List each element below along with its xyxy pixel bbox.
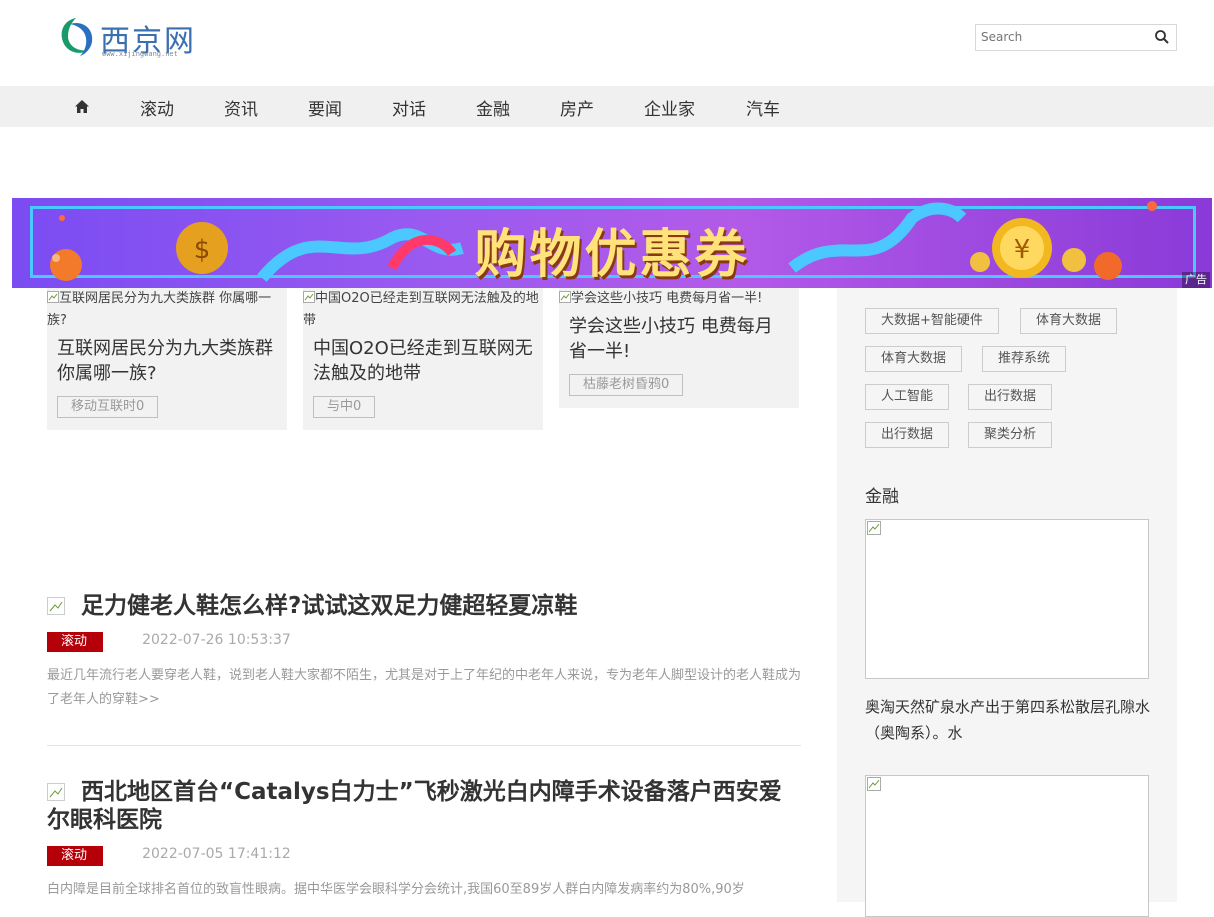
nav-item-headlines[interactable]: 要闻	[308, 95, 342, 120]
sidebar-tag[interactable]: 体育大数据	[1020, 308, 1118, 334]
sidebar-tag[interactable]: 出行数据	[865, 422, 950, 448]
ad-banner[interactable]: $ ¥ 购物优惠券 广告	[12, 198, 1212, 288]
sidebar-tag[interactable]: 体育大数据	[865, 346, 963, 372]
home-icon[interactable]	[74, 99, 90, 114]
banner-title: 购物优惠券	[474, 225, 750, 285]
card-image-alt: 互联网居民分为九大类族群 你属哪一族?	[47, 291, 272, 328]
article-title[interactable]: 足力健老人鞋怎么样?试试这双足力健超轻夏凉鞋	[47, 592, 801, 620]
article-item: 足力健老人鞋怎么样?试试这双足力健超轻夏凉鞋 滚动 2022-07-26 10:…	[47, 592, 801, 712]
card-tag[interactable]: 枯藤老树昏鸦0	[569, 374, 684, 396]
news-card[interactable]: 中国O2O已经走到互联网无法触及的地带 中国O2O已经走到互联网无法触及的地带 …	[303, 288, 543, 430]
sidebar-tag[interactable]: 推荐系统	[982, 346, 1067, 372]
broken-image-icon	[559, 291, 571, 303]
article-summary: 白内障是目前全球排名首位的致盲性眼病。据中华医学会眼科学分会统计,我国60至89…	[47, 882, 745, 897]
card-tag[interactable]: 移动互联时0	[57, 396, 159, 418]
card-title[interactable]: 学会这些小技巧 电费每月省一半!	[559, 310, 799, 364]
article-title[interactable]: 西北地区首台“Catalys白力士”飞秒激光白内障手术设备落户西安爱尔眼科医院	[47, 778, 801, 834]
nav-item-finance[interactable]: 金融	[476, 95, 510, 120]
article-date: 2022-07-05 17:41:12	[142, 846, 291, 862]
category-badge[interactable]: 滚动	[47, 846, 103, 866]
article-date: 2022-07-26 10:53:37	[142, 632, 291, 648]
finance-article-text[interactable]: 奥淘天然矿泉水产出于第四系松散层孔隙水（奥陶系）。水	[865, 694, 1155, 746]
logo-swirl-icon	[61, 18, 93, 56]
main-nav: 滚动 资讯 要闻 对话 金融 房产 企业家 汽车	[0, 86, 1214, 127]
logo-url: www.xijingwang.net	[102, 50, 178, 58]
nav-item-realestate[interactable]: 房产	[560, 95, 594, 120]
nav-item-dialogue[interactable]: 对话	[392, 95, 426, 120]
broken-image-icon	[867, 521, 881, 535]
article-item: 西北地区首台“Catalys白力士”飞秒激光白内障手术设备落户西安爱尔眼科医院 …	[47, 778, 801, 902]
nav-item-info[interactable]: 资讯	[224, 95, 258, 120]
nav-item-entrepreneur[interactable]: 企业家	[644, 95, 695, 120]
category-badge[interactable]: 滚动	[47, 632, 103, 652]
broken-image-icon	[303, 291, 315, 303]
finance-heading: 金融	[865, 487, 899, 507]
broken-image-icon	[47, 783, 65, 801]
article-summary: 最近几年流行老人要穿老人鞋，说到老人鞋大家都不陌生，尤其是对于上了年纪的中老年人…	[47, 668, 802, 707]
sidebar-tag[interactable]: 人工智能	[865, 384, 950, 410]
finance-image[interactable]	[865, 775, 1149, 917]
broken-image-icon	[867, 777, 881, 791]
search-input[interactable]	[976, 25, 1141, 48]
site-logo[interactable]: 西京网 www.xijingwang.net	[56, 12, 196, 62]
card-image-alt: 学会这些小技巧 电费每月省一半!	[559, 288, 799, 310]
sidebar-tag[interactable]: 聚类分析	[968, 422, 1053, 448]
card-tag[interactable]: 与中0	[313, 396, 376, 418]
search-box	[975, 24, 1177, 51]
broken-image-icon	[47, 597, 65, 615]
nav-item-auto[interactable]: 汽车	[746, 95, 780, 120]
card-image-alt: 中国O2O已经走到互联网无法触及的地带	[303, 291, 539, 328]
search-icon[interactable]	[1154, 29, 1170, 45]
sidebar-tag[interactable]: 出行数据	[968, 384, 1053, 410]
sidebar-tag[interactable]: 大数据+智能硬件	[865, 308, 999, 334]
card-title[interactable]: 中国O2O已经走到互联网无法触及的地带	[303, 332, 543, 386]
article-divider	[47, 745, 801, 746]
nav-item-scroll[interactable]: 滚动	[140, 95, 174, 120]
card-title[interactable]: 互联网居民分为九大类族群你属哪一族?	[47, 332, 287, 386]
news-card[interactable]: 学会这些小技巧 电费每月省一半! 学会这些小技巧 电费每月省一半! 枯藤老树昏鸦…	[559, 288, 799, 408]
ad-label: 广告	[1182, 272, 1210, 288]
news-card[interactable]: 互联网居民分为九大类族群 你属哪一族? 互联网居民分为九大类族群你属哪一族? 移…	[47, 288, 287, 430]
broken-image-icon	[47, 291, 59, 303]
finance-image[interactable]	[865, 519, 1149, 679]
